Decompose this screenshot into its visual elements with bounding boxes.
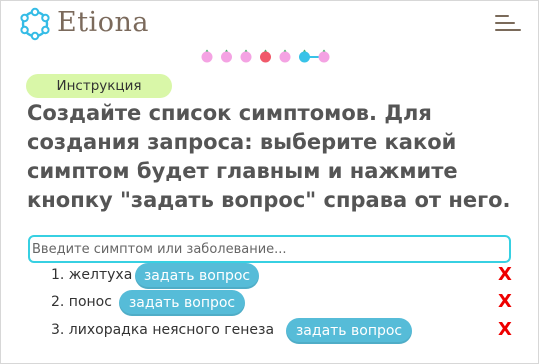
remove-symptom-button[interactable]: X: [498, 264, 512, 285]
progress-step-dot: [201, 51, 213, 63]
progress-step-dot: [279, 51, 291, 63]
progress-step-dot: [318, 51, 330, 63]
brand-name: Etiona: [57, 7, 149, 38]
progress-step-leaf: [283, 49, 287, 52]
ask-question-button[interactable]: задать вопрос: [119, 290, 245, 316]
progress-step-dot: [221, 51, 232, 63]
symptom-row: 3. лихорадка неясного генеза задать вопр…: [1, 317, 539, 345]
ask-question-button[interactable]: задать вопрос: [286, 318, 412, 344]
progress-steps: [201, 49, 330, 63]
progress-step-leaf: [303, 49, 306, 52]
remove-symptom-button[interactable]: X: [498, 319, 512, 340]
symptom-search-input[interactable]: [28, 235, 511, 263]
progress-step-dot: [299, 51, 310, 63]
progress-step-leaf: [225, 49, 228, 52]
symptom-row: 2. понос задать вопрос X: [1, 289, 539, 317]
progress-step-leaf: [264, 49, 267, 52]
app-frame: Etiona Инструкция Создайте список симпто…: [0, 0, 539, 364]
symptom-label: 3. лихорадка неясного генеза: [51, 322, 275, 338]
instruction-text: Создайте список симптомов. Для создания …: [27, 101, 511, 212]
symptom-label: 1. желтуха: [51, 267, 133, 283]
remove-symptom-button[interactable]: X: [498, 291, 512, 312]
progress-step-leaf: [322, 49, 326, 52]
progress-step-leaf: [205, 49, 209, 52]
instruction-badge: Инструкция: [26, 74, 172, 98]
ask-question-button[interactable]: задать вопрос: [135, 263, 259, 289]
progress-step-leaf: [244, 49, 248, 52]
progress-step-dot: [240, 51, 252, 63]
etiona-logo-icon[interactable]: [16, 5, 54, 43]
symptom-row: 1. желтуха задать вопрос X: [1, 262, 539, 290]
progress-step-dot: [260, 51, 271, 63]
hamburger-menu-icon[interactable]: [495, 13, 521, 33]
symptom-label: 2. понос: [51, 294, 112, 310]
